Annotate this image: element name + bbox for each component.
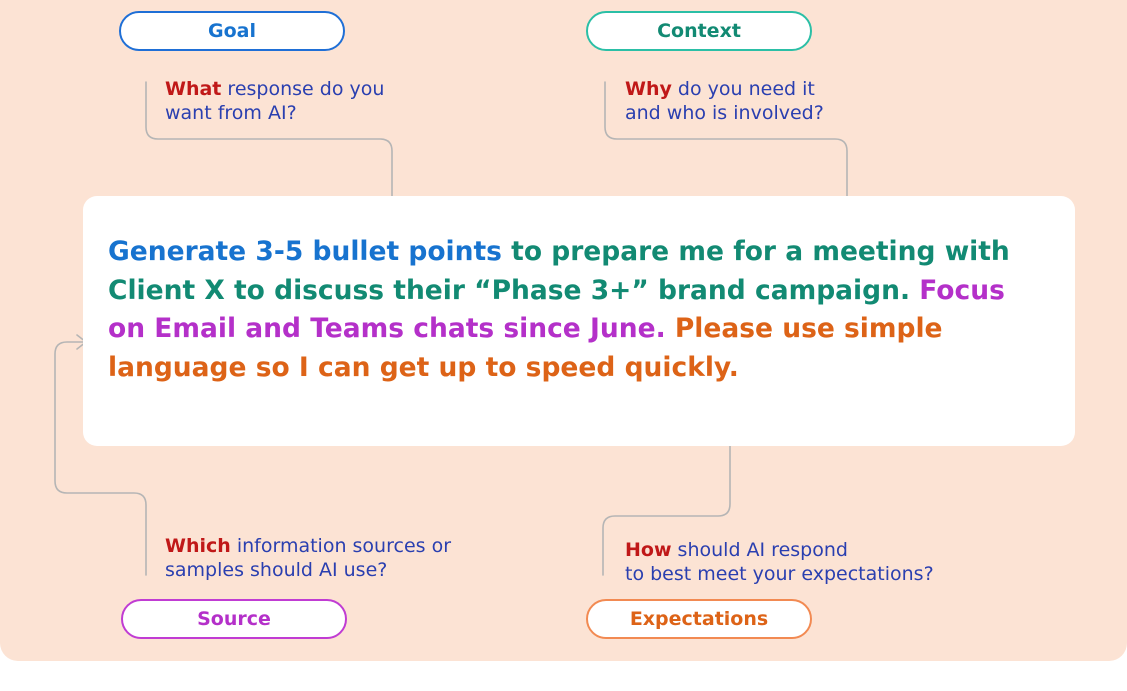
source-question: Which information sources or samples sho… (165, 534, 525, 582)
context-question: Why do you need it and who is involved? (625, 77, 925, 125)
source-question-line1: information sources or (230, 535, 452, 557)
prompt-text: Generate 3-5 bullet points to prepare me… (108, 233, 1038, 387)
context-pill: Context (586, 11, 812, 51)
context-question-line2: and who is involved? (625, 102, 824, 124)
goal-question-keyword: What (165, 78, 222, 100)
expectations-pill: Expectations (586, 599, 812, 639)
goal-pill-label: Goal (208, 20, 256, 42)
source-pill-label: Source (197, 608, 271, 630)
goal-question-line1: response do you (221, 78, 385, 100)
expectations-question-line1: should AI respond (671, 539, 848, 561)
expectations-question-line2: to best meet your expectations? (625, 563, 934, 585)
context-pill-label: Context (657, 20, 741, 42)
prompt-goal-segment: Generate 3-5 bullet points (108, 236, 502, 267)
context-question-line1: do you need it (671, 78, 815, 100)
expectations-question: How should AI respond to best meet your … (625, 538, 1045, 586)
goal-question-line2: want from AI? (165, 102, 297, 124)
source-pill: Source (121, 599, 347, 639)
goal-pill: Goal (119, 11, 345, 51)
source-question-line2: samples should AI use? (165, 559, 388, 581)
context-question-keyword: Why (625, 78, 672, 100)
goal-question: What response do you want from AI? (165, 77, 465, 125)
expectations-pill-label: Expectations (629, 608, 769, 630)
expectations-question-keyword: How (625, 539, 672, 561)
source-question-keyword: Which (165, 535, 231, 557)
